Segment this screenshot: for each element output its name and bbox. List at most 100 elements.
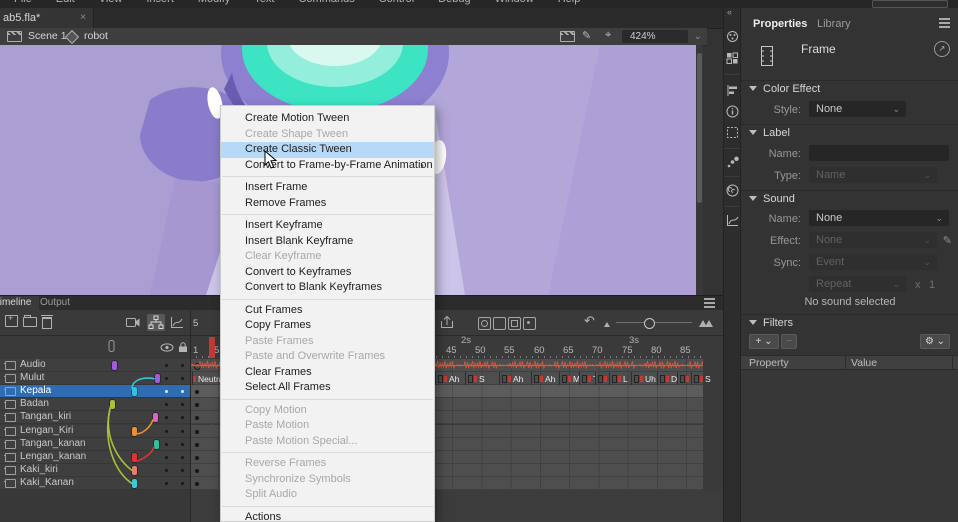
lock-dot[interactable]	[181, 390, 184, 393]
menu-text[interactable]: Text	[254, 0, 274, 5]
menu-item-create-motion-tween[interactable]: Create Motion Tween	[221, 111, 434, 127]
lock-dot[interactable]	[181, 469, 184, 472]
visibility-dot[interactable]	[165, 443, 168, 446]
frame-label-cell[interactable]: Uh	[631, 372, 657, 385]
sound-name-select[interactable]: None ⌄	[809, 210, 949, 226]
layer-parent-node[interactable]	[132, 466, 137, 475]
layer-row-audio[interactable]: Audio	[0, 359, 190, 372]
layer-parenting-toggle[interactable]	[147, 314, 165, 331]
menu-item-insert-frame[interactable]: Insert Frame	[221, 180, 434, 196]
frame-label-cell[interactable]: D	[657, 372, 677, 385]
canvas-vertical-scrollbar[interactable]	[696, 45, 703, 295]
keyframe-dot[interactable]	[195, 456, 199, 460]
frame-label-cell[interactable]: Ah	[499, 372, 531, 385]
lock-dot[interactable]	[181, 364, 184, 367]
layer-name[interactable]: Audio	[20, 359, 46, 371]
layer-name[interactable]: Tangan_kiri	[20, 411, 71, 423]
properties-menu-icon[interactable]	[939, 22, 950, 24]
color-panel-icon[interactable]	[726, 30, 739, 43]
menu-item-insert-keyframe[interactable]: Insert Keyframe	[221, 218, 434, 234]
close-tab-icon[interactable]: ×	[80, 8, 86, 28]
lock-icon[interactable]	[178, 342, 188, 353]
layer-parent-node[interactable]	[155, 374, 160, 383]
menu-item-create-classic-tween[interactable]: Create Classic Tween	[221, 142, 434, 158]
timeline-zoom-knob[interactable]	[644, 318, 655, 329]
zoom-level-select[interactable]: 424% ⌄	[622, 30, 688, 43]
info-panel-icon[interactable]	[726, 105, 739, 118]
edit-scene-icon[interactable]	[560, 31, 575, 42]
lock-dot[interactable]	[181, 456, 184, 459]
reset-zoom-icon[interactable]: ↶	[584, 313, 595, 329]
layer-parent-node[interactable]	[153, 413, 158, 422]
edit-symbols-icon[interactable]: ✎	[582, 29, 591, 42]
frame-label-cell[interactable]: T	[579, 372, 595, 385]
breadcrumb-scene[interactable]: Scene 1	[28, 30, 67, 42]
menu-item-select-all-frames[interactable]: Select All Frames	[221, 380, 434, 396]
center-stage-icon[interactable]: ⌖	[605, 29, 611, 42]
menu-insert[interactable]: Insert	[146, 0, 174, 5]
breadcrumb-symbol[interactable]: robot	[84, 30, 108, 42]
transform-panel-icon[interactable]	[726, 126, 739, 139]
visibility-dot[interactable]	[165, 364, 168, 367]
layer-name[interactable]: Kaki_Kanan	[20, 477, 74, 489]
menu-item-convert-to-keyframes[interactable]: Convert to Keyframes	[221, 265, 434, 281]
style-select[interactable]: None ⌄	[809, 101, 906, 117]
frame-label-cell[interactable]: Ah	[435, 372, 465, 385]
lock-dot[interactable]	[181, 416, 184, 419]
visibility-dot[interactable]	[165, 469, 168, 472]
frame-picker-panel-icon[interactable]	[726, 214, 739, 227]
creative-cloud-icon[interactable]	[726, 184, 739, 197]
frame-label-cell[interactable]: L	[609, 372, 631, 385]
tab-library[interactable]: Library	[817, 18, 851, 30]
layer-parent-node[interactable]	[132, 453, 137, 462]
layer-row-kaki_kiri[interactable]: Kaki_kiri	[0, 464, 190, 477]
search-input[interactable]	[872, 0, 948, 8]
visibility-dot[interactable]	[165, 416, 168, 419]
layer-row-kepala[interactable]: Kepala	[0, 385, 190, 398]
document-tab[interactable]: ab5.fla* ×	[0, 8, 94, 28]
menu-window[interactable]: Window	[495, 0, 534, 5]
layer-parent-node[interactable]	[154, 440, 159, 449]
visibility-dot[interactable]	[165, 377, 168, 380]
visibility-dot[interactable]	[165, 403, 168, 406]
section-filters[interactable]: Filters	[741, 314, 958, 331]
layer-name[interactable]: Mulut	[20, 372, 44, 384]
layer-name[interactable]: Lengan_kanan	[20, 451, 86, 463]
menu-modify[interactable]: Modify	[198, 0, 230, 5]
visibility-dot[interactable]	[165, 456, 168, 459]
menu-item-remove-frames[interactable]: Remove Frames	[221, 196, 434, 212]
menu-item-actions[interactable]: Actions	[221, 510, 434, 522]
menu-view[interactable]: View	[99, 0, 123, 5]
menu-item-cut-frames[interactable]: Cut Frames	[221, 303, 434, 319]
remove-filter-button[interactable]: −	[781, 334, 797, 349]
layer-row-lengan_kanan[interactable]: Lengan_kanan	[0, 451, 190, 464]
keyframe-dot[interactable]	[195, 469, 199, 473]
help-link-icon[interactable]: ↗	[934, 41, 950, 57]
layer-parent-node[interactable]	[132, 387, 137, 396]
menu-edit[interactable]: Edit	[56, 0, 75, 5]
layer-name[interactable]: Badan	[20, 398, 49, 410]
keyframe-dot[interactable]	[195, 482, 199, 486]
edit-sound-envelope-icon[interactable]: ✎	[943, 234, 952, 247]
layer-parent-node[interactable]	[132, 427, 137, 436]
menu-item-convert-to-blank-keyframes[interactable]: Convert to Blank Keyframes	[221, 280, 434, 296]
menu-debug[interactable]: Debug	[438, 0, 470, 5]
menu-item-insert-blank-keyframe[interactable]: Insert Blank Keyframe	[221, 234, 434, 250]
playhead[interactable]	[209, 337, 215, 358]
section-label[interactable]: Label	[741, 124, 958, 141]
collapse-panels-icon[interactable]: «	[727, 7, 732, 17]
filter-options-button[interactable]: ⚙ ⌄	[920, 334, 950, 349]
export-frame-icon[interactable]	[440, 316, 454, 329]
layer-name[interactable]: Tangan_kanan	[20, 438, 86, 450]
menu-commands[interactable]: Commands	[298, 0, 354, 5]
timeline-splitter[interactable]	[190, 310, 191, 522]
tab-output[interactable]: Output	[32, 296, 78, 310]
menu-item-clear-frames[interactable]: Clear Frames	[221, 365, 434, 381]
section-sound[interactable]: Sound	[741, 190, 958, 207]
modify-markers-icon[interactable]	[523, 317, 536, 330]
layer-parent-node[interactable]	[110, 400, 115, 409]
align-panel-icon[interactable]	[726, 84, 739, 97]
lock-dot[interactable]	[181, 443, 184, 446]
menu-help[interactable]: Help	[558, 0, 581, 5]
swatches-panel-icon[interactable]	[726, 52, 739, 65]
